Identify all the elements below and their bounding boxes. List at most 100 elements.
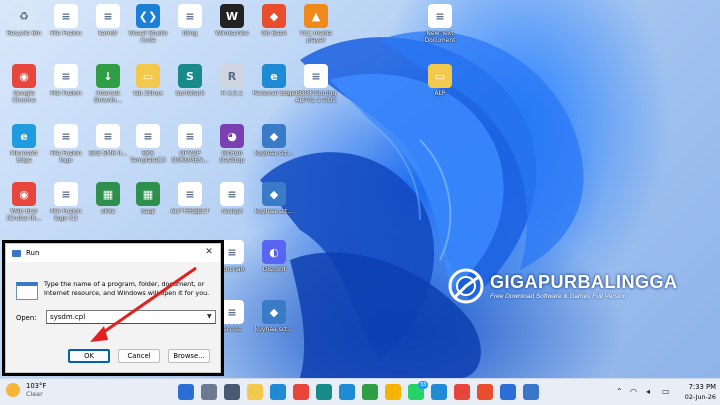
taskbar-search-icon[interactable] bbox=[201, 384, 217, 400]
desktop-icon[interactable]: ≡ File Fusion bbox=[46, 64, 86, 112]
battery-icon[interactable]: ▭ bbox=[662, 387, 670, 396]
desktop-icon[interactable]: ▭ ALP bbox=[420, 64, 460, 112]
desktop-icon[interactable]: ≡ File Fusion logo (1) bbox=[46, 182, 86, 230]
desktop-icon-label: VLC media player bbox=[299, 30, 333, 44]
desktop-icon[interactable]: ≡ ALP PROJECT bbox=[170, 182, 210, 230]
desktop-icon[interactable]: ≡ OPVDP DOKUMEN... bbox=[170, 124, 210, 172]
desktop-icon[interactable]: ≡ File Fusion logo bbox=[46, 124, 86, 172]
taskbar-defender-icon[interactable] bbox=[500, 384, 516, 400]
desktop-icon[interactable]: ♻ Recycle Bin bbox=[4, 4, 44, 52]
app-icon: ◉ bbox=[12, 182, 36, 206]
desktop-icon-label: kamdr bbox=[98, 30, 118, 37]
app-icon: ≡ bbox=[96, 124, 120, 148]
clock-time[interactable]: 7:33 PM bbox=[682, 383, 716, 392]
taskbar-edge-3-icon[interactable] bbox=[431, 384, 447, 400]
taskbar-git-icon[interactable] bbox=[477, 384, 493, 400]
desktop-icon-label: GitHub Desktop bbox=[219, 150, 245, 164]
weather-widget[interactable]: 103°F Clear bbox=[6, 382, 46, 398]
app-icon: ◆ bbox=[262, 124, 286, 148]
desktop-icon[interactable]: ▭ lab 2linux bbox=[128, 64, 168, 112]
app-icon: ▦ bbox=[136, 182, 160, 206]
taskbar-whatsapp-icon[interactable]: 33 bbox=[408, 381, 428, 400]
desktop-icon[interactable]: ◆ kuyhaa.sct... bbox=[254, 182, 294, 230]
app-icon: ♻ bbox=[12, 4, 36, 28]
run-dialog-titlebar[interactable]: Run bbox=[6, 244, 220, 262]
app-icon: ≡ bbox=[54, 124, 78, 148]
app-icon: ▭ bbox=[136, 64, 160, 88]
app-icon: ◆ bbox=[262, 182, 286, 206]
run-app-icon bbox=[12, 249, 21, 257]
desktop-icon[interactable]: ◐ Discord bbox=[254, 240, 294, 288]
desktop-icon-label: Discord bbox=[262, 266, 286, 273]
open-input[interactable]: sysdm.cpl bbox=[46, 310, 216, 324]
desktop-icon[interactable]: ▦ ekke bbox=[88, 182, 128, 230]
app-icon: ≡ bbox=[136, 124, 160, 148]
desktop-icon[interactable]: ≡ BKS Template(1) bbox=[128, 124, 168, 172]
desktop-icon[interactable]: ◕ GitHub Desktop bbox=[212, 124, 252, 172]
taskbar-surfshark-icon[interactable] bbox=[316, 384, 332, 400]
taskbar-file-explorer-icon[interactable] bbox=[247, 384, 263, 400]
browse-button[interactable]: Browse... bbox=[168, 349, 210, 363]
desktop-icon[interactable]: ≡ bling bbox=[170, 4, 210, 52]
desktop-icon-label: reciept bbox=[221, 208, 243, 215]
app-icon: R bbox=[220, 64, 244, 88]
taskbar-edge-icon[interactable] bbox=[270, 384, 286, 400]
taskbar-task-view-icon[interactable] bbox=[224, 384, 240, 400]
desktop-icon[interactable]: ◆ kuyhaa.sct... bbox=[254, 124, 294, 172]
app-icon: W bbox=[220, 4, 244, 28]
desktop-icon-label: Web Brsr (Cruise II)... bbox=[6, 208, 42, 222]
wifi-icon[interactable]: ◠ bbox=[630, 387, 637, 396]
app-icon: ▦ bbox=[96, 182, 120, 206]
desktop-icon[interactable]: ◉ Web Brsr (Cruise II)... bbox=[4, 182, 44, 230]
taskbar-chrome-2-icon[interactable] bbox=[362, 384, 378, 400]
close-icon[interactable]: ✕ bbox=[202, 247, 216, 257]
taskbar-edge-2-icon[interactable] bbox=[339, 384, 355, 400]
app-icon: ▭ bbox=[428, 64, 452, 88]
notification-badge: 33 bbox=[418, 381, 428, 389]
desktop-icon[interactable]: ≡ New Text Document bbox=[420, 4, 460, 52]
desktop-icon[interactable]: ≡ reciept bbox=[212, 182, 252, 230]
desktop-icon[interactable]: ▲ VLC media player bbox=[296, 4, 336, 52]
desktop-icon[interactable]: ≡ File Fusion bbox=[46, 4, 86, 52]
app-icon: ≡ bbox=[220, 182, 244, 206]
clock-date[interactable]: 02-Jun-26 bbox=[678, 393, 716, 401]
desktop-icon-label: File Fusion bbox=[50, 30, 82, 37]
desktop-icon[interactable]: R R 4.5.1 bbox=[212, 64, 252, 112]
taskbar-chrome-3-icon[interactable] bbox=[385, 384, 401, 400]
desktop-icon-label: Windscribe bbox=[215, 30, 249, 37]
desktop-icon[interactable]: S Surfshark bbox=[170, 64, 210, 112]
chevron-down-icon[interactable]: ▼ bbox=[207, 313, 212, 320]
desktop-icon[interactable]: ◆ kuyhaa.sct... bbox=[254, 300, 294, 348]
desktop-icon[interactable]: ◆ Git Bash bbox=[254, 4, 294, 52]
watermark-tagline: Free Download Software & Games Full Vers… bbox=[490, 293, 627, 300]
desktop-icon[interactable]: ❮❯ Visual Studio Code bbox=[128, 4, 168, 52]
desktop-icon[interactable]: ≡ kamdr bbox=[88, 4, 128, 52]
desktop-icon-label: bling bbox=[182, 30, 198, 37]
app-icon: ≡ bbox=[304, 64, 328, 88]
taskbar-chrome-icon[interactable] bbox=[293, 384, 309, 400]
desktop-icon[interactable]: W Windscribe bbox=[212, 4, 252, 52]
desktop-icon-label: isagi bbox=[141, 208, 155, 215]
desktop-icon[interactable]: ↓ Internet Downlo... bbox=[88, 64, 128, 112]
desktop-icon[interactable]: ≡ BOOK-Surfing ALT-01-1-DOC bbox=[295, 64, 337, 112]
speaker-icon[interactable]: ◂ bbox=[646, 387, 650, 396]
desktop-icon-label: Google Chrome bbox=[12, 90, 36, 104]
desktop-icon[interactable]: ◉ Google Chrome bbox=[4, 64, 44, 112]
app-icon: ≡ bbox=[54, 182, 78, 206]
desktop-icon-label: BOOK-Surfing ALT-01-1-DOC bbox=[295, 90, 337, 104]
cancel-button[interactable]: Cancel bbox=[118, 349, 160, 363]
desktop-icon[interactable]: e Microsoft Edge bbox=[4, 124, 44, 172]
desktop-icon[interactable]: ▦ isagi bbox=[128, 182, 168, 230]
desktop-icon-label: lab 2linux bbox=[133, 90, 163, 97]
app-icon: ≡ bbox=[54, 4, 78, 28]
chevron-up-icon[interactable]: ⌃ bbox=[616, 387, 623, 396]
desktop-icon[interactable]: e Personal Edge bbox=[253, 64, 295, 112]
taskbar-start-icon[interactable] bbox=[178, 384, 194, 400]
taskbar: 103°F Clear 33 ⌃ ◠ ◂ ▭ 7:33 PM 02-Jun-26 bbox=[0, 378, 720, 405]
ok-button[interactable]: OK bbox=[68, 349, 110, 363]
taskbar-chrome-4-icon[interactable] bbox=[454, 384, 470, 400]
taskbar-run-icon[interactable] bbox=[523, 384, 539, 400]
app-icon: S bbox=[178, 64, 202, 88]
desktop-icon-label: ekke bbox=[100, 208, 116, 215]
desktop-icon[interactable]: ≡ BKS SMR II... bbox=[88, 124, 128, 172]
